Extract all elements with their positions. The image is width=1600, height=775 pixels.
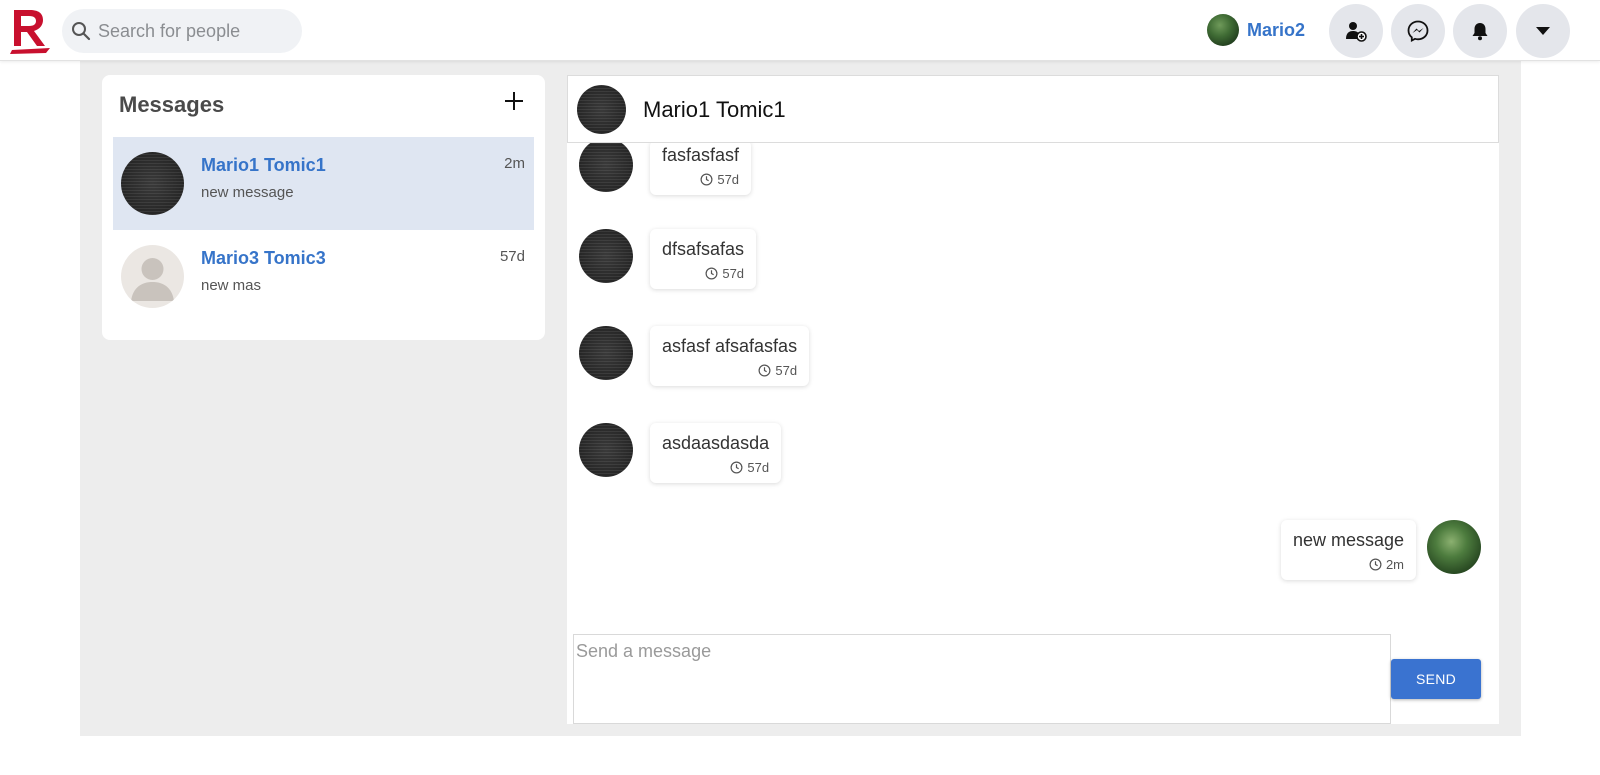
new-message-button[interactable] [500, 87, 528, 115]
message-row: new message 2m [567, 520, 1499, 600]
logo[interactable] [10, 6, 52, 54]
bell-icon [1472, 23, 1488, 41]
messenger-icon [1407, 20, 1429, 42]
top-bar: Mario2 [0, 0, 1600, 61]
avatar [577, 85, 626, 134]
message-meta: 57d [662, 460, 769, 475]
conversation-list: Messages Mario1 Tomic1 new message 2m Ma… [102, 75, 545, 340]
avatar [121, 152, 184, 215]
message-meta: 57d [662, 266, 744, 281]
message-time: 2m [1385, 557, 1404, 572]
profile-link[interactable]: Mario2 [1207, 14, 1305, 46]
avatar [579, 143, 633, 192]
account-menu-button[interactable] [1516, 4, 1570, 58]
message-text: dfsafsafas [662, 239, 745, 259]
chat-title: Mario1 Tomic1 [643, 97, 786, 122]
conversation-time: 57d [499, 248, 525, 265]
friend-requests-icon [1346, 22, 1367, 42]
message-row: asdaasdasda 57d [567, 423, 1499, 503]
send-button[interactable]: SEND [1391, 659, 1481, 699]
search-icon [70, 20, 92, 42]
search-input[interactable] [98, 20, 288, 42]
message-bubble: asdaasdasda 57d [650, 423, 782, 483]
message-input[interactable] [573, 634, 1391, 724]
message-bubble: dfsafsafas 57d [650, 229, 757, 289]
avatar [579, 229, 633, 283]
conversation-name: Mario1 Tomic1 [201, 155, 326, 175]
messenger-button[interactable] [1391, 4, 1445, 58]
notifications-button[interactable] [1453, 4, 1507, 58]
message-bubble: fasfasfasf 57d [650, 143, 752, 195]
message-meta: 2m [1293, 557, 1404, 572]
conversation-name: Mario3 Tomic3 [201, 248, 326, 268]
message-text: new message [1292, 530, 1404, 550]
default-avatar-icon [131, 258, 174, 301]
message-composer: SEND [567, 629, 1499, 724]
message-thread: fasfasfasf 57d dfsafsafas 57d asfasf afs… [567, 143, 1499, 629]
search-bar[interactable] [62, 9, 302, 53]
logo-icon [10, 10, 50, 54]
message-time: 57d [722, 266, 745, 281]
conversation-preview: new message [201, 184, 294, 201]
caret-down-icon [1536, 27, 1550, 35]
message-bubble: asfasf afsafasfas 57d [650, 326, 810, 386]
message-meta: 57d [662, 172, 739, 187]
avatar [121, 245, 184, 308]
conversation-item[interactable]: Mario3 Tomic3 new mas 57d [113, 230, 534, 323]
message-row: asfasf afsafasfas 57d [567, 326, 1499, 406]
clock-icon [1369, 558, 1382, 571]
message-time: 57d [747, 460, 770, 475]
message-bubble: new message 2m [1280, 520, 1416, 580]
clock-icon [758, 364, 771, 377]
avatar [1427, 520, 1481, 574]
message-row: dfsafsafas 57d [567, 229, 1499, 309]
plus-icon [505, 92, 523, 110]
conversation-time: 2m [504, 155, 525, 172]
chat-header: Mario1 Tomic1 [567, 75, 1499, 143]
message-time: 57d [775, 363, 798, 378]
friend-requests-button[interactable] [1329, 4, 1383, 58]
messages-title: Messages [119, 92, 225, 117]
message-text: asdaasdasda [662, 433, 770, 453]
profile-name: Mario2 [1247, 19, 1306, 40]
message-meta: 57d [662, 363, 797, 378]
avatar [1207, 14, 1239, 46]
avatar [579, 423, 633, 477]
message-row: fasfasfasf 57d [567, 143, 1499, 220]
message-text: fasfasfasf [662, 145, 740, 165]
avatar [579, 326, 633, 380]
clock-icon [705, 267, 718, 280]
clock-icon [700, 173, 713, 186]
message-time: 57d [717, 172, 740, 187]
conversation-preview: new mas [201, 277, 262, 294]
conversation-item[interactable]: Mario1 Tomic1 new message 2m [113, 137, 534, 230]
message-text: asfasf afsafasfas [662, 336, 798, 356]
clock-icon [730, 461, 743, 474]
